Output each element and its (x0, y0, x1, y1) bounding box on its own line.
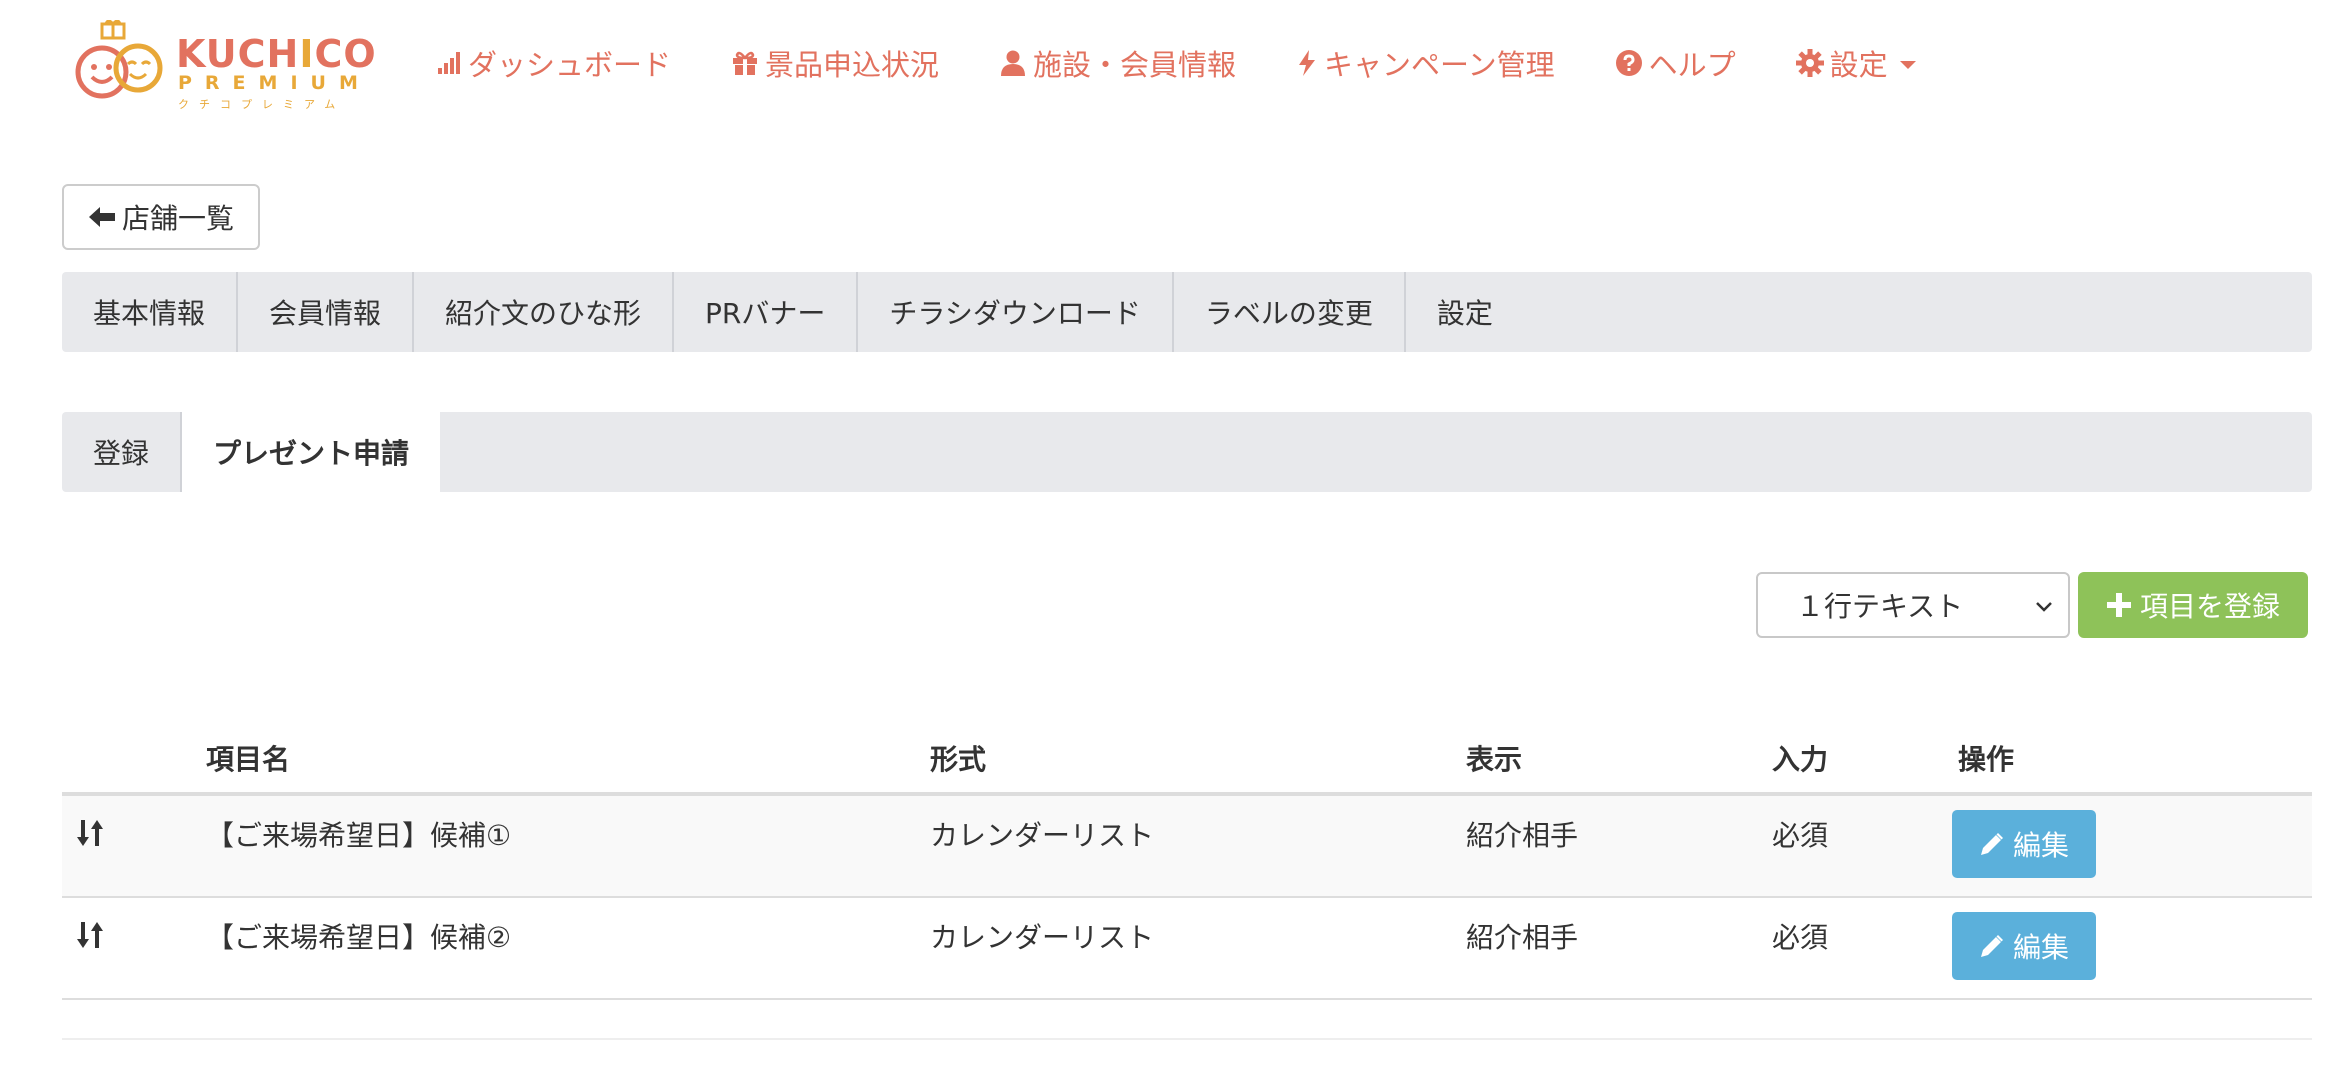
tab-member-info[interactable]: 会員情報 (238, 272, 415, 352)
main-nav: ダッシュボード 景品申込状況 施設・会員情報 キャンペーン管理 ヘルプ 設定 (436, 42, 1976, 84)
logo-wordmark-part: CO (314, 32, 377, 76)
question-circle-icon (1615, 50, 1642, 76)
edit-button-label: 編集 (2012, 829, 2069, 862)
back-to-store-list-button[interactable]: 店舗一覧 (62, 184, 260, 250)
gear-icon (1795, 49, 1824, 77)
logo-wordmark-part: I (299, 32, 315, 76)
nav-help-label: ヘルプ (1648, 48, 1736, 82)
arrow-left-icon (88, 207, 115, 227)
nav-dashboard[interactable]: ダッシュボード (436, 42, 671, 84)
add-field-button-label: 項目を登録 (2139, 590, 2280, 623)
kuchico-logo[interactable]: KUCHICO PREMIUM クチコプレミアム (72, 19, 382, 111)
field-type-select[interactable]: １行テキスト (1756, 572, 2070, 638)
row-field-name: 【ご来場希望日】候補② (206, 921, 512, 954)
nav-prize-status[interactable]: 景品申込状況 (731, 42, 939, 84)
tab-basic-info[interactable]: 基本情報 (62, 272, 239, 352)
nav-campaign-label: キャンペーン管理 (1324, 48, 1555, 82)
logo-wordmark: KUCHICO (176, 32, 377, 76)
tab-label-change[interactable]: ラベルの変更 (1174, 272, 1406, 352)
main-tabs: 基本情報 会員情報 紹介文のひな形 PRバナー チラシダウンロード ラベルの変更… (62, 272, 2312, 352)
row-format: カレンダーリスト (930, 819, 1155, 852)
row-input: 必須 (1772, 921, 1829, 954)
tab-present-application[interactable]: プレゼント申請 (182, 412, 441, 492)
nav-help[interactable]: ヘルプ (1615, 42, 1736, 84)
smiley-faces-icon (75, 19, 163, 99)
edit-button[interactable]: 編集 (1952, 912, 2096, 980)
tab-settings[interactable]: 設定 (1406, 272, 1524, 352)
field-type-select-value: １行テキスト (1796, 590, 1964, 623)
nav-facility-member-label: 施設・会員情報 (1033, 48, 1237, 82)
row-input: 必須 (1772, 819, 1829, 852)
row-display: 紹介相手 (1466, 921, 1579, 954)
plus-icon (2106, 593, 2131, 617)
header-display: 表示 (1466, 743, 1523, 776)
tab-flyer-download[interactable]: チラシダウンロード (858, 272, 1174, 352)
user-icon (1001, 50, 1026, 76)
row-display: 紹介相手 (1466, 819, 1579, 852)
bolt-icon (1299, 50, 1316, 76)
table-row: 【ご来場希望日】候補② カレンダーリスト 紹介相手 必須 編集 (62, 898, 2312, 1000)
nav-campaign[interactable]: キャンペーン管理 (1296, 42, 1555, 84)
tab-registration[interactable]: 登録 (62, 412, 183, 492)
divider (62, 1038, 2312, 1040)
nav-prize-status-label: 景品申込状況 (765, 48, 940, 82)
gift-icon (733, 51, 758, 75)
logo-wordmark-part: KUCH (176, 32, 300, 76)
table-header: 項目名 形式 表示 入力 操作 (62, 730, 2312, 796)
sort-handle-icon[interactable] (76, 920, 106, 950)
edit-button-label: 編集 (2012, 931, 2069, 964)
tab-intro-template[interactable]: 紹介文のひな形 (414, 272, 675, 352)
nav-dashboard-label: ダッシュボード (468, 48, 672, 82)
nav-settings-label: 設定 (1829, 48, 1888, 82)
header-field-name: 項目名 (206, 743, 291, 776)
sort-handle-icon[interactable] (76, 818, 106, 848)
header-action: 操作 (1958, 743, 2015, 776)
sub-tabs: 登録 プレゼント申請 (62, 412, 2312, 492)
pencil-icon (1980, 935, 2003, 957)
top-header: KUCHICO PREMIUM クチコプレミアム ダッシュボード 景品申込状況 … (0, 0, 2338, 140)
row-format: カレンダーリスト (930, 921, 1155, 954)
nav-facility-member[interactable]: 施設・会員情報 (999, 42, 1236, 84)
add-field-button[interactable]: 項目を登録 (2078, 572, 2308, 638)
tab-pr-banner[interactable]: PRバナー (674, 272, 859, 352)
pencil-icon (1980, 833, 2003, 855)
logo-kana: クチコプレミアム (178, 98, 346, 111)
header-format: 形式 (930, 743, 987, 776)
row-field-name: 【ご来場希望日】候補① (206, 819, 512, 852)
table-row: 【ご来場希望日】候補① カレンダーリスト 紹介相手 必須 編集 (62, 796, 2312, 898)
chevron-down-icon (2036, 602, 2052, 612)
nav-settings[interactable]: 設定 (1795, 42, 1916, 84)
fields-table: 項目名 形式 表示 入力 操作 【ご来場希望日】候補① カレンダーリスト 紹介相… (62, 730, 2312, 1000)
caret-down-icon (1899, 61, 1916, 69)
edit-button[interactable]: 編集 (1952, 810, 2096, 878)
logo-subtitle: PREMIUM (178, 72, 371, 94)
bar-chart-icon (438, 52, 460, 74)
header-input: 入力 (1772, 743, 1829, 776)
back-button-label: 店舗一覧 (121, 202, 234, 235)
